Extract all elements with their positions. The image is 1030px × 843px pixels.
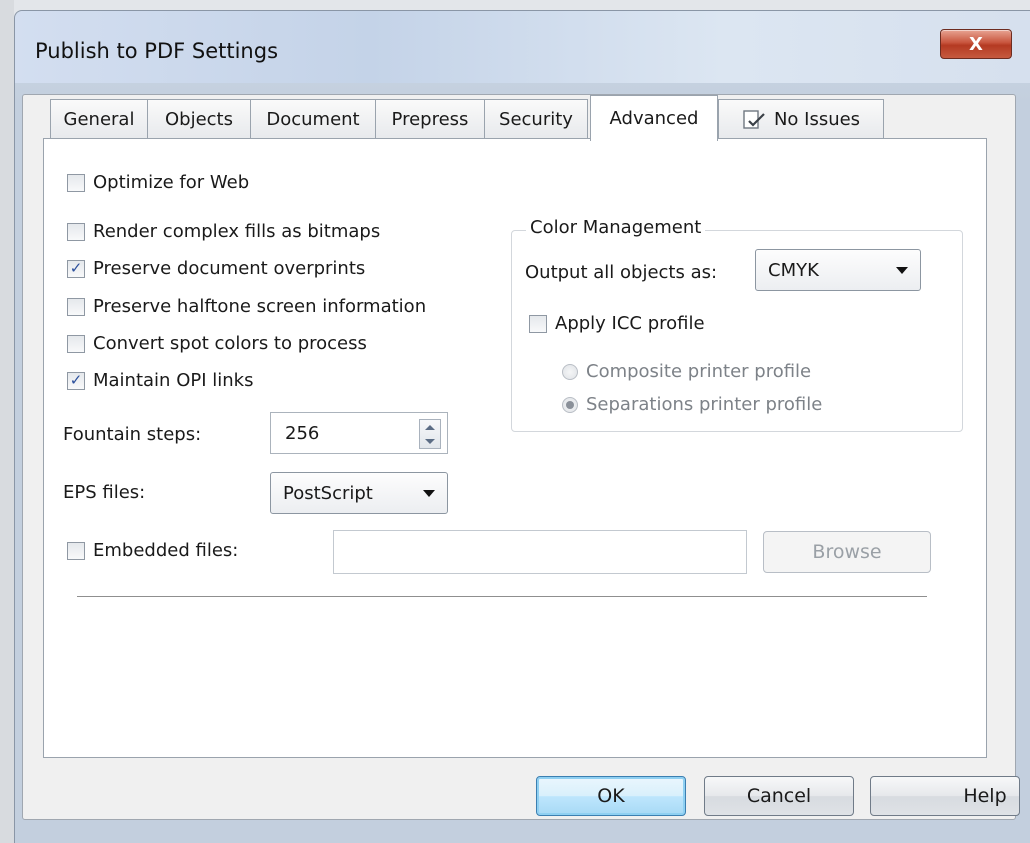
checkmark-icon: ✓ <box>67 259 85 278</box>
ok-button[interactable]: OK <box>536 776 686 816</box>
radio-label: Separations printer profile <box>586 394 823 415</box>
output-objects-select[interactable]: CMYK <box>755 249 921 291</box>
browse-label: Browse <box>812 541 882 563</box>
tab-objects[interactable]: Objects <box>147 99 251 139</box>
fountain-steps-input[interactable]: 256 <box>270 412 448 454</box>
checkbox-label: Maintain OPI links <box>93 370 254 391</box>
eps-files-select[interactable]: PostScript <box>270 472 448 514</box>
tab-label: Prepress <box>391 109 469 130</box>
checkbox-label: Apply ICC profile <box>555 313 705 334</box>
checkbox-label: Preserve document overprints <box>93 258 366 279</box>
optimize-web-checkbox[interactable]: Optimize for Web <box>67 172 249 193</box>
tab-label: General <box>63 109 135 130</box>
close-icon: X <box>969 33 983 55</box>
checkbox-box <box>67 297 85 316</box>
dropdown-arrow-icon <box>423 490 435 497</box>
radio-selected-icon <box>562 396 578 413</box>
checkbox-label: Convert spot colors to process <box>93 333 367 354</box>
separator-line <box>77 596 927 598</box>
close-button[interactable]: X <box>940 29 1012 59</box>
convert-spot-checkbox[interactable]: Convert spot colors to process <box>67 333 367 354</box>
checkbox-box <box>67 222 85 241</box>
tab-general[interactable]: General <box>50 99 148 139</box>
embedded-files-input[interactable] <box>333 530 747 574</box>
checkbox-box <box>67 334 85 353</box>
dropdown-arrow-icon <box>896 267 908 274</box>
tab-prepress[interactable]: Prepress <box>375 99 485 139</box>
title-bar[interactable]: Publish to PDF Settings X <box>15 11 1030 83</box>
output-objects-label: Output all objects as: <box>525 262 718 283</box>
eps-files-label: EPS files: <box>63 482 146 503</box>
browse-button[interactable]: Browse <box>763 531 931 573</box>
spin-up-icon <box>425 424 435 430</box>
apply-icc-checkbox[interactable]: Apply ICC profile <box>529 313 705 334</box>
composite-profile-radio[interactable]: Composite printer profile <box>562 361 811 382</box>
fountain-steps-value: 256 <box>285 422 320 444</box>
cancel-button[interactable]: Cancel <box>704 776 854 816</box>
ok-label: OK <box>597 785 625 807</box>
checkbox-box <box>67 541 85 560</box>
radio-circle <box>562 363 578 380</box>
checkbox-box <box>529 314 547 333</box>
tab-advanced[interactable]: Advanced <box>590 95 718 141</box>
tab-label: Security <box>499 109 573 130</box>
cancel-label: Cancel <box>746 785 812 807</box>
tab-document[interactable]: Document <box>250 99 376 139</box>
tab-label: Advanced <box>609 108 699 129</box>
eps-files-value: PostScript <box>283 482 373 504</box>
check-document-icon <box>742 109 766 131</box>
checkmark-icon: ✓ <box>67 371 85 390</box>
checkbox-label: Preserve halftone screen information <box>93 296 427 317</box>
help-label: Help <box>963 785 1007 807</box>
tab-label: Objects <box>164 109 233 130</box>
background-edge <box>0 0 14 843</box>
tab-security[interactable]: Security <box>484 99 588 139</box>
embedded-files-checkbox[interactable]: Embedded files: <box>67 540 238 561</box>
preserve-overprints-checkbox[interactable]: ✓ Preserve document overprints <box>67 258 365 279</box>
fountain-steps-label: Fountain steps: <box>63 424 202 445</box>
preserve-halftone-checkbox[interactable]: Preserve halftone screen information <box>67 296 426 317</box>
checkbox-box <box>67 173 85 192</box>
radio-label: Composite printer profile <box>586 361 812 382</box>
maintain-opi-checkbox[interactable]: ✓ Maintain OPI links <box>67 370 253 391</box>
spinner-arrows-icon[interactable] <box>419 419 441 449</box>
output-objects-value: CMYK <box>768 259 819 281</box>
color-management-title: Color Management <box>526 217 706 238</box>
checkbox-label: Optimize for Web <box>93 172 250 193</box>
separations-profile-radio[interactable]: Separations printer profile <box>562 394 822 415</box>
dialog-title: Publish to PDF Settings <box>35 39 279 63</box>
spin-down-icon <box>425 438 435 444</box>
checkbox-label: Embedded files: <box>93 540 239 561</box>
tab-label: Document <box>266 109 360 130</box>
render-complex-checkbox[interactable]: Render complex fills as bitmaps <box>67 221 380 242</box>
help-button[interactable]: Help <box>870 776 1020 816</box>
tab-label: No Issues <box>773 109 861 130</box>
checkbox-label: Render complex fills as bitmaps <box>93 221 381 242</box>
tab-no-issues[interactable]: No Issues <box>718 99 884 139</box>
